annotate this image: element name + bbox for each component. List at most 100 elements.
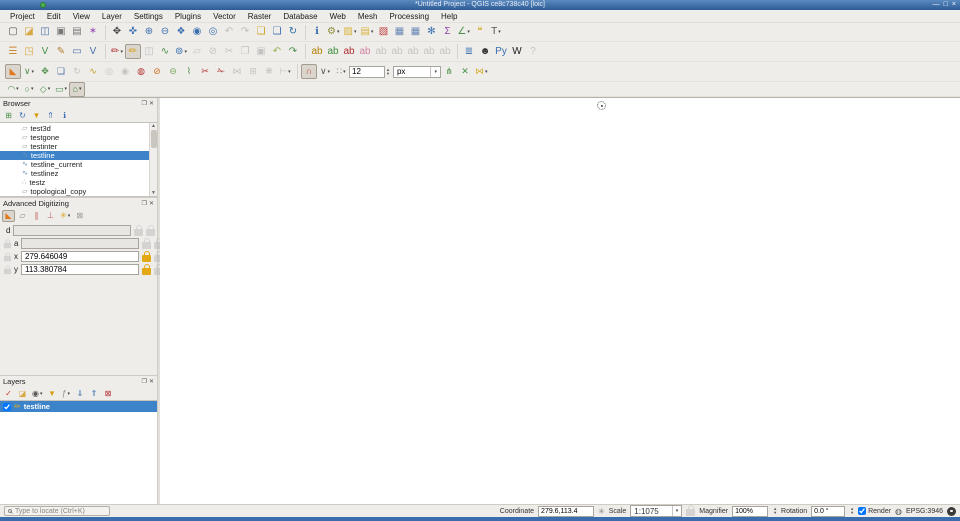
text-annotation[interactable]: T ▾: [488, 25, 504, 40]
zoom-in[interactable]: ⊕ ▾: [141, 25, 157, 40]
construction-mode[interactable]: ▱ ▾: [16, 210, 29, 222]
merge-features[interactable]: ⋈ ▾: [229, 64, 245, 79]
redo[interactable]: ↷ ▾: [285, 44, 301, 59]
map-tips[interactable]: ❝ ▾: [472, 25, 488, 40]
refresh-map[interactable]: ↻ ▾: [285, 25, 301, 40]
add-line-feature[interactable]: ∿ ▾: [157, 44, 173, 59]
show-layout-manager[interactable]: ▤ ▾: [69, 25, 85, 40]
x-field[interactable]: [21, 251, 139, 262]
manage-map-themes[interactable]: ◉ ▾: [30, 388, 45, 400]
zoom-to-layer[interactable]: ◎ ▾: [205, 25, 221, 40]
lock-value-icon[interactable]: [142, 255, 151, 262]
map-canvas[interactable]: [160, 98, 960, 504]
delete-selected[interactable]: ⊘ ▾: [205, 44, 221, 59]
menu-database[interactable]: Database: [277, 10, 323, 23]
split-features[interactable]: ✂ ▾: [197, 64, 213, 79]
angle-field[interactable]: [21, 238, 139, 249]
new-print-layout[interactable]: ▣ ▾: [53, 25, 69, 40]
merge-attributes[interactable]: ⊞ ▾: [245, 64, 261, 79]
browser-item[interactable]: ▱ testinter: [0, 142, 149, 151]
lock-value-icon[interactable]: [142, 268, 151, 275]
browser-item[interactable]: ▱ test3d: [0, 124, 149, 133]
menu-settings[interactable]: Settings: [128, 10, 169, 23]
browser-item[interactable]: ∴ testz: [0, 178, 149, 187]
crs-status[interactable]: EPSG:3946: [906, 508, 943, 515]
paste-features[interactable]: ▣ ▾: [253, 44, 269, 59]
menu-web[interactable]: Web: [324, 10, 352, 23]
lock-value-icon[interactable]: [142, 242, 151, 249]
digitize-with-curve[interactable]: ∨ ▾: [21, 64, 37, 79]
menu-vector[interactable]: Vector: [207, 10, 242, 23]
new-layer[interactable]: ☰ ▾: [5, 44, 21, 59]
zoom-full[interactable]: ❖ ▾: [173, 25, 189, 40]
run-feature-action[interactable]: ⚙ ▾: [325, 25, 341, 40]
layer-labeling-options[interactable]: ab ▾: [325, 44, 341, 59]
measure[interactable]: ∠ ▾: [455, 25, 471, 40]
parallel-constraint[interactable]: ∥ ▾: [30, 210, 43, 222]
style-manager[interactable]: ✶ ▾: [85, 25, 101, 40]
enable-tracing[interactable]: ⋈ ▾: [473, 64, 490, 79]
perpendicular-constraint[interactable]: ⊥ ▾: [44, 210, 57, 222]
open-project[interactable]: ◪ ▾: [21, 25, 37, 40]
deselect-all[interactable]: ▧ ▾: [375, 25, 391, 40]
change-label-properties[interactable]: ab ▾: [421, 44, 437, 59]
tolerance-spinner[interactable]: ▲ ▼: [386, 68, 390, 76]
maximize-button[interactable]: □: [944, 0, 948, 10]
snap-common-angles[interactable]: ✳ ▾: [58, 210, 72, 222]
scale-lock-icon[interactable]: [686, 509, 695, 516]
move-feature[interactable]: ✥ ▾: [37, 64, 53, 79]
show-hide-labels[interactable]: ab ▾: [373, 44, 389, 59]
menu-project[interactable]: Project: [4, 10, 41, 23]
browser-item[interactable]: ∿ testline_current: [0, 160, 149, 169]
select-features[interactable]: ▨ ▾: [341, 25, 358, 40]
menu-layer[interactable]: Layer: [96, 10, 128, 23]
python-console[interactable]: Py ▾: [493, 44, 509, 59]
copy-features[interactable]: ❐ ▾: [237, 44, 253, 59]
add-ring[interactable]: ◎ ▾: [101, 64, 117, 79]
rotate-feature[interactable]: ↻ ▾: [69, 64, 85, 79]
regular-polygon[interactable]: ⌂ ▾: [69, 82, 85, 97]
reshape-features[interactable]: ⌇ ▾: [181, 64, 197, 79]
float-panel-icon[interactable]: ❐: [142, 378, 147, 385]
menu-processing[interactable]: Processing: [383, 10, 435, 23]
whats-this-help[interactable]: ? ▾: [525, 44, 541, 59]
close-panel-icon[interactable]: ✕: [149, 100, 154, 107]
float-panel-icon[interactable]: ❐: [142, 100, 147, 107]
new-project[interactable]: ▢ ▾: [5, 25, 21, 40]
open-layer-styling[interactable]: ✓ ▾: [2, 388, 15, 400]
close-panel-icon[interactable]: ✕: [149, 378, 154, 385]
add-selected-layers[interactable]: ⊞: [2, 110, 15, 122]
toggle-editing[interactable]: ✏ ▾: [125, 44, 141, 59]
rotate-label[interactable]: ab ▾: [405, 44, 421, 59]
menu-raster[interactable]: Raster: [242, 10, 278, 23]
enable-cad-input[interactable]: ◣ ▾: [2, 210, 15, 222]
new-geopackage-layer[interactable]: ◳ ▾: [21, 44, 37, 59]
zoom-out[interactable]: ⊖ ▾: [157, 25, 173, 40]
spin-down-icon[interactable]: ▼: [386, 72, 390, 76]
attribute-table-dock[interactable]: ▦ ▾: [407, 25, 423, 40]
cut-features[interactable]: ✂ ▾: [221, 44, 237, 59]
scale-select[interactable]: 1:1075 ▾: [630, 505, 682, 517]
zoom-to-selection[interactable]: ◉ ▾: [189, 25, 205, 40]
browser-item[interactable]: ▱ testgone: [0, 133, 149, 142]
select-by-value[interactable]: ▤ ▾: [358, 25, 375, 40]
filter-legend[interactable]: ▼ ▾: [46, 388, 59, 400]
properties-widget[interactable]: ℹ: [58, 110, 71, 122]
rotate-point-symbols[interactable]: ❋ ▾: [261, 64, 277, 79]
delete-part[interactable]: ⊖ ▾: [165, 64, 181, 79]
layer-labeling[interactable]: ab ▾: [309, 44, 325, 59]
close-button[interactable]: ×: [952, 0, 956, 10]
new-3d-map-view[interactable]: ❏ ▾: [269, 25, 285, 40]
rotation-input[interactable]: [811, 506, 845, 517]
delete-ring[interactable]: ⊘ ▾: [149, 64, 165, 79]
snapping-units-select[interactable]: px ▾: [393, 66, 441, 78]
identify-features[interactable]: ℹ ▾: [309, 25, 325, 40]
continuous-lock-icon[interactable]: [3, 255, 10, 261]
zoom-next[interactable]: ↷ ▾: [237, 25, 253, 40]
modify-attributes[interactable]: ▱ ▾: [189, 44, 205, 59]
layer-visibility-checkbox[interactable]: [3, 403, 11, 411]
move-label[interactable]: ab ▾: [389, 44, 405, 59]
vertex-tool[interactable]: ⊚ ▾: [173, 44, 189, 59]
save-layer-edits[interactable]: ◫ ▾: [141, 44, 157, 59]
snapping-mode[interactable]: ∨ ▾: [317, 64, 333, 79]
